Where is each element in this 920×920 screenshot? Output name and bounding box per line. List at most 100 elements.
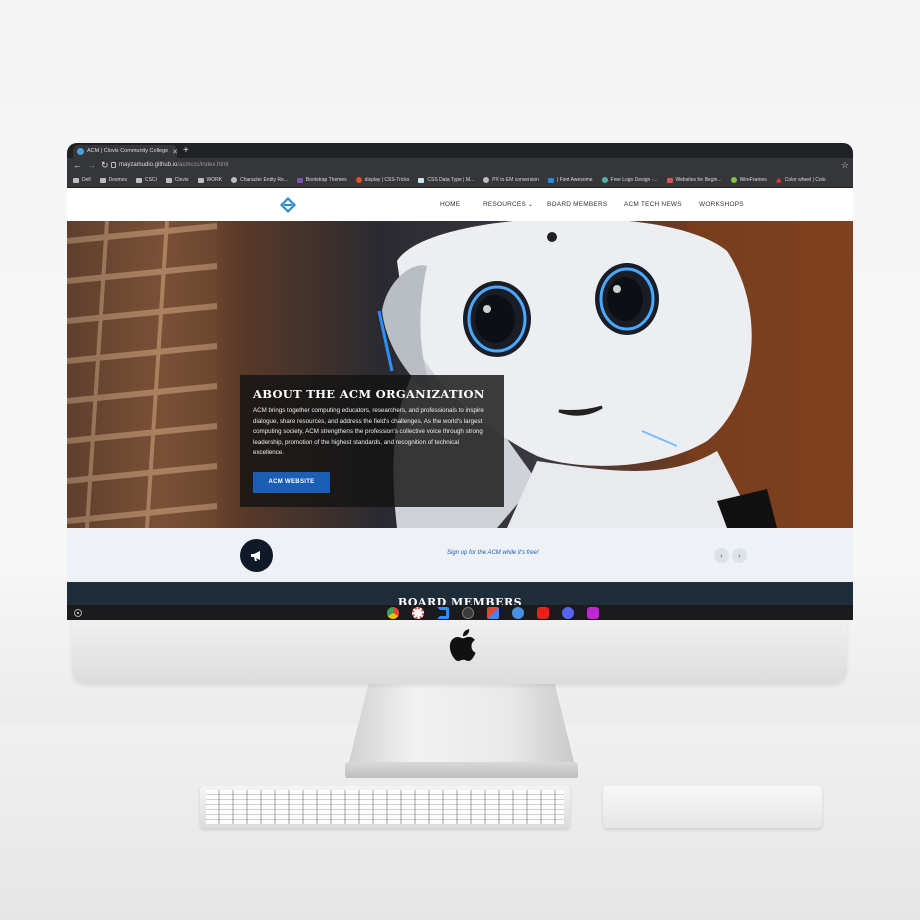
back-icon[interactable]: ←	[73, 159, 82, 172]
css-tricks-icon	[355, 177, 362, 183]
gmail-icon[interactable]	[487, 607, 499, 619]
nav-board-members[interactable]: BOARD MEMBERS	[547, 188, 607, 221]
board-members-section: BOARD MEMBERS	[67, 582, 853, 605]
youtube-icon[interactable]	[537, 607, 549, 619]
logo-design-icon	[601, 177, 608, 183]
vscode-icon[interactable]	[437, 607, 449, 619]
bookmark-item[interactable]: Dell	[73, 177, 91, 183]
apple-logo-icon	[449, 629, 476, 662]
bookmark-label: Websites for Begin...	[675, 177, 722, 183]
bookmark-label: Character Entity Re...	[240, 177, 288, 183]
globe-icon	[231, 177, 238, 183]
brick-wall	[67, 221, 218, 528]
nav-workshops[interactable]: WORKSHOPS	[699, 188, 744, 221]
bookmark-label: Desmos	[108, 177, 127, 183]
browser-tab[interactable]: ACM | Clovis Community College ✕	[73, 145, 177, 158]
about-text: ACM brings together computing educators,…	[253, 407, 484, 456]
font-awesome-icon	[547, 177, 554, 183]
news-strip: Sign up for the ACM while it's free! ‹ ›	[67, 528, 853, 582]
discord-icon[interactable]	[562, 607, 574, 619]
tab-favicon-icon	[77, 148, 84, 155]
bookmark-item[interactable]: Websites for Begin...	[666, 177, 722, 183]
keyboard	[200, 786, 570, 828]
app-icon[interactable]	[587, 607, 599, 619]
browser-tab-bar: ACM | Clovis Community College ✕ +	[67, 143, 853, 158]
bookmarks-bar: Dell Desmos CSCI Clovis WORK Character E…	[67, 173, 853, 188]
forward-icon[interactable]: →	[87, 159, 96, 172]
tab-close-icon[interactable]: ✕	[172, 148, 177, 157]
bookmark-item[interactable]: WORK	[197, 177, 223, 183]
nav-acm-tech-news[interactable]: ACM TECH NEWS	[624, 188, 682, 221]
tab-title: ACM | Clovis Community College	[87, 148, 169, 154]
nav-resources-label: RESOURCES	[483, 201, 526, 208]
terminal-icon[interactable]	[462, 607, 474, 619]
bookmark-item[interactable]: Character Entity Re...	[231, 177, 288, 183]
wireframes-icon	[730, 177, 737, 183]
bookmark-label: CSS Data Type | M...	[427, 177, 475, 183]
bookmark-item[interactable]: | Font Awesome	[547, 177, 593, 183]
os-taskbar	[67, 605, 853, 620]
megaphone-badge	[240, 539, 273, 572]
launcher-icon[interactable]	[74, 609, 82, 617]
reload-icon[interactable]: ↻	[101, 159, 109, 172]
bookmark-item[interactable]: CSCI	[135, 177, 157, 183]
acm-logo-icon[interactable]	[279, 196, 297, 214]
photos-icon[interactable]	[412, 607, 424, 619]
about-title: ABOUT THE ACM ORGANIZATION	[253, 387, 485, 401]
site-navbar: HOME RESOURCES ⌄ BOARD MEMBERS ACM TECH …	[67, 188, 853, 221]
folder-icon	[135, 177, 142, 183]
lock-icon	[111, 162, 116, 168]
url-field[interactable]: mayzamudio.github.io/acmccc/index.html	[119, 161, 228, 170]
bookmark-item[interactable]: WireFrames	[730, 177, 767, 183]
folder-icon	[99, 177, 106, 183]
bookmark-item[interactable]: Free Logo Design -...	[601, 177, 658, 183]
bookmark-item[interactable]: display | CSS-Tricks	[355, 177, 410, 183]
chrome-icon[interactable]	[387, 607, 399, 619]
bookmark-label: display | CSS-Tricks	[364, 177, 410, 183]
carousel-next-button[interactable]: ›	[732, 548, 747, 563]
carousel-prev-button[interactable]: ‹	[714, 548, 729, 563]
mdn-icon	[418, 177, 425, 183]
monitor-stand-base	[345, 762, 578, 778]
files-icon[interactable]	[512, 607, 524, 619]
acm-website-button[interactable]: ACM WEBSITE	[253, 472, 330, 493]
address-bar: ← → ↻ mayzamudio.github.io/acmccc/index.…	[67, 158, 853, 173]
bookmark-label: Color wheel | Colo	[784, 177, 826, 183]
bookmark-label: Clovis	[174, 177, 189, 183]
folder-icon	[197, 177, 204, 183]
bookmark-label: Free Logo Design -...	[610, 177, 658, 183]
monitor-bezel: ACM | Clovis Community College ✕ + ← → ↻…	[67, 143, 853, 620]
url-host: mayzamudio.github.io	[119, 162, 178, 168]
folder-icon	[73, 177, 79, 183]
bookmark-item[interactable]: Color wheel | Colo	[775, 177, 826, 183]
bookmark-label: | Font Awesome	[556, 177, 593, 183]
bookmark-label: CSCI	[144, 177, 157, 183]
url-path: /acmccc/index.html	[177, 162, 229, 168]
chevron-down-icon: ⌄	[528, 202, 534, 208]
nav-home[interactable]: HOME	[440, 188, 460, 221]
robot-forehead-sensor	[547, 232, 557, 242]
adobe-color-icon	[775, 177, 782, 183]
board-members-title: BOARD MEMBERS	[397, 596, 523, 605]
megaphone-icon	[251, 551, 260, 561]
websites-icon	[666, 177, 673, 183]
bookmark-label: WireFrames	[739, 177, 767, 183]
bookmark-item[interactable]: PX to EM conversion	[483, 177, 539, 183]
news-message[interactable]: Sign up for the ACM while it's free!	[447, 550, 539, 556]
folder-icon	[165, 177, 172, 183]
bookmark-star-icon[interactable]: ☆	[841, 158, 849, 173]
hero-banner: ABOUT THE ACM ORGANIZATION ACM brings to…	[67, 221, 853, 528]
bookmark-item[interactable]: CSS Data Type | M...	[418, 177, 474, 183]
bookmark-label: WORK	[206, 177, 223, 183]
globe-icon	[483, 177, 490, 183]
keyboard-keys	[206, 790, 564, 824]
nav-resources[interactable]: RESOURCES ⌄	[483, 188, 533, 221]
bookmark-item[interactable]: Bootstrap Themes	[296, 177, 347, 183]
bookmark-label: PX to EM conversion	[492, 177, 539, 183]
bookmark-item[interactable]: Desmos	[99, 177, 127, 183]
new-tab-icon[interactable]: +	[183, 144, 189, 157]
bookmark-label: Bootstrap Themes	[305, 177, 347, 183]
bookmark-item[interactable]: Clovis	[165, 177, 189, 183]
screen: ACM | Clovis Community College ✕ + ← → ↻…	[67, 143, 853, 620]
bootstrap-icon	[296, 177, 303, 183]
